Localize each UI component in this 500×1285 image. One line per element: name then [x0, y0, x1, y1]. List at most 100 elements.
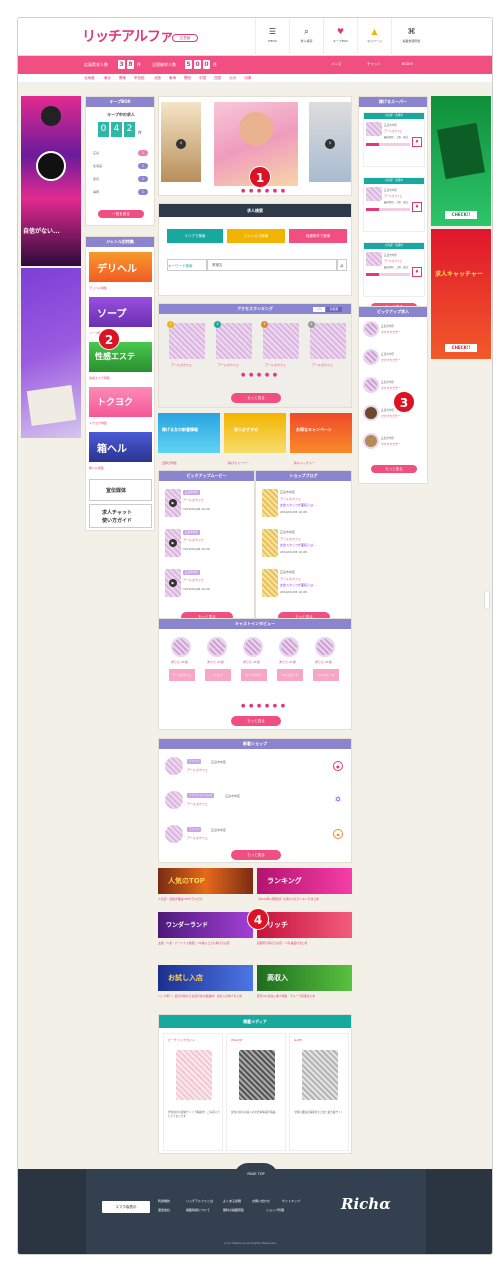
article-banner[interactable]: お試し入店 — [158, 965, 253, 991]
right-ad-bottom[interactable]: 求人キャッチャー CHECK!! — [431, 229, 491, 359]
ranking-thumb[interactable] — [310, 323, 346, 359]
interview-dots[interactable]: ● ● ● ● ● ● — [241, 703, 286, 709]
earn-keep-icon[interactable]: ♦ — [412, 267, 422, 277]
feature-caption[interactable]: 新キャッチャー — [294, 461, 315, 465]
region-link[interactable]: 関東 — [119, 76, 126, 81]
genre-label[interactable]: トクヨク特集 — [89, 421, 107, 425]
pickup-more-button[interactable]: もっと見る — [371, 465, 417, 473]
keep-row-label[interactable]: 静岡 — [93, 190, 99, 194]
region-link[interactable]: 北陸 — [154, 76, 161, 81]
chat-guide-banner[interactable]: 求人チャット 使い方ガイド — [89, 504, 152, 528]
footer-link[interactable]: リッチアルファとは — [186, 1199, 213, 1203]
region-link[interactable]: 関西 — [184, 76, 191, 81]
smartphone-view-button[interactable]: スマホ版表示 — [102, 1201, 150, 1213]
ranking-dots[interactable]: ● ● ● ● ● — [241, 372, 278, 378]
article-banner[interactable]: 人気のTOP — [158, 868, 253, 894]
earn-shop[interactable]: アールズカフェ — [384, 129, 402, 133]
feature-banner[interactable]: 稼げる女の新着情報 — [158, 413, 220, 453]
region-link[interactable]: 東北 — [104, 76, 111, 81]
genre-banner-esthe[interactable]: 性感エステ — [89, 342, 152, 372]
right-ad-top[interactable]: CHECK!! — [431, 96, 491, 226]
play-icon[interactable]: ▶ — [169, 539, 177, 547]
pickup-shop[interactable]: マカマカガチー — [381, 442, 401, 446]
ranking-tab-popular[interactable]: 人気 — [313, 307, 325, 312]
keep-row-label[interactable]: 北海道 — [93, 164, 102, 168]
keyword-input[interactable] — [207, 259, 337, 271]
earn-shop[interactable]: アールズカフェ — [384, 194, 402, 198]
ranking-thumb[interactable] — [216, 323, 252, 359]
menu-button[interactable]: ☰ MENU — [255, 18, 289, 56]
footer-link[interactable]: お問い合わせ — [252, 1199, 270, 1203]
article-title[interactable]: 【2019年1月更新】今月の人気ランキングまとめ — [257, 897, 352, 901]
search-icon[interactable]: ⌕ — [337, 259, 347, 271]
footer-logo[interactable]: Richα — [341, 1195, 391, 1213]
shop-logo[interactable] — [165, 825, 183, 843]
region-link[interactable]: 沖縄 — [244, 76, 251, 81]
region-link[interactable]: 中国 — [199, 76, 206, 81]
area-search-button[interactable]: エリアで検索 — [167, 229, 223, 243]
footer-link[interactable]: 無料の掲載募集 — [223, 1208, 244, 1212]
boxhi-link[interactable]: BOXHI — [402, 62, 413, 66]
feature-caption[interactable]: 出稼ぎ特集 — [162, 461, 177, 465]
shop-logo[interactable] — [165, 791, 183, 809]
article-banner[interactable]: リッチ — [257, 912, 352, 938]
pickup-avatar[interactable] — [363, 433, 379, 449]
ranking-shop-name[interactable]: アールズカフェ — [265, 363, 286, 367]
earn-keep-icon[interactable]: ♦ — [412, 137, 422, 147]
footer-link[interactable]: よくある質問 — [223, 1199, 241, 1203]
article-title[interactable]: 短期間で稼げるお店・人気事業のまとめ — [257, 941, 352, 945]
chat-link[interactable]: チャット — [367, 62, 381, 67]
blog-text[interactable]: 女性スタッフが面接とは… — [280, 503, 316, 507]
slider-prev-button[interactable]: ‹ — [176, 139, 186, 149]
article-banner[interactable]: 高収入 — [257, 965, 352, 991]
footer-link[interactable]: 利用規約 — [158, 1199, 170, 1203]
article-title[interactable]: 主婦・人妻・パートナス開拓！ 30歳以上でも稼げるお店 — [158, 941, 253, 945]
article-banner[interactable]: ランキング — [257, 868, 352, 894]
cast-shop[interactable]: ベルキュール — [313, 669, 339, 681]
region-link[interactable]: 東海 — [169, 76, 176, 81]
pickup-avatar[interactable] — [363, 321, 379, 337]
footer-link[interactable]: ショップ管理 — [266, 1208, 284, 1212]
keepbox-button[interactable]: ♥ キープBOX — [323, 18, 357, 56]
earn-card[interactable]: 大好評・急募中 広島市中区 アールズカフェ 最低時給・上限・保証 ♦ — [363, 242, 425, 297]
earn-shop[interactable]: アールズカフェ — [384, 259, 402, 263]
cast-avatar[interactable] — [279, 637, 299, 657]
site-logo[interactable]: リッチアルファ — [82, 26, 174, 46]
play-icon[interactable]: ▶ — [169, 579, 177, 587]
blog-shop[interactable]: アールズカフェ — [280, 537, 301, 541]
media-card[interactable]: WILLIST 女性の為の高収入のお仕事情報が満載。 — [226, 1033, 286, 1151]
area-badge[interactable]: 広島版 — [172, 34, 198, 42]
feature-caption[interactable]: 稼げるスーパー — [228, 461, 249, 465]
shop-name[interactable]: アールズカフェ — [187, 802, 208, 806]
media-banner[interactable]: 宣伝媒体 — [89, 479, 152, 501]
blog-text[interactable]: 女性スタッフが面接とは… — [280, 543, 316, 547]
cast-shop[interactable]: ピンクリボン — [241, 669, 267, 681]
page-top-button[interactable]: PAGE TOP — [234, 1163, 278, 1177]
ranking-thumb[interactable] — [169, 323, 205, 359]
genre-label[interactable]: デリヘル特集 — [89, 286, 107, 290]
keep-list-button[interactable]: 一覧を見る — [98, 210, 144, 218]
pickup-avatar[interactable] — [363, 377, 379, 393]
movie-shop[interactable]: アールズカフェ — [183, 538, 204, 542]
article-title[interactable]: バック率？！最大の稼げるお店が続々掲載中！高収入の求人まとめ — [158, 994, 253, 998]
article-title[interactable]: 人気店・出稼ぎ優良TOPクラスだけ — [158, 897, 253, 901]
shop-name[interactable]: アールズカフェ — [187, 836, 208, 840]
pickup-shop[interactable]: マカマカガチー — [381, 358, 401, 362]
movie-shop[interactable]: アールズカフェ — [183, 578, 204, 582]
earn-card[interactable]: 大好評・急募中 広島市中区 アールズカフェ 最低時給・上限・保証 ♦ — [363, 177, 425, 232]
shop-name[interactable]: アールズカフェ — [187, 768, 208, 772]
mens-link[interactable]: メンズ — [331, 62, 341, 67]
pickup-shop[interactable]: マカマカガチー — [381, 386, 401, 390]
blog-shop[interactable]: アールズカフェ — [280, 497, 301, 501]
genre-label[interactable]: 箱ヘル特集 — [89, 466, 104, 470]
left-ad-bottom[interactable] — [21, 268, 81, 438]
genre-banner-hakohel[interactable]: 箱ヘル — [89, 432, 152, 462]
cast-shop[interactable]: アールズカフェ — [169, 669, 195, 681]
footer-link[interactable]: 掲載情報について — [186, 1208, 210, 1212]
genre-banner-soap[interactable]: ソープ — [89, 297, 152, 327]
pickup-shop[interactable]: マカマカガチー — [381, 330, 401, 334]
play-icon[interactable]: ▶ — [169, 499, 177, 507]
region-link[interactable]: 九州 — [229, 76, 236, 81]
condition-search-button[interactable]: 待遇条件で検索 — [289, 229, 347, 243]
pickup-shop[interactable]: マカマカガチー — [381, 414, 401, 418]
